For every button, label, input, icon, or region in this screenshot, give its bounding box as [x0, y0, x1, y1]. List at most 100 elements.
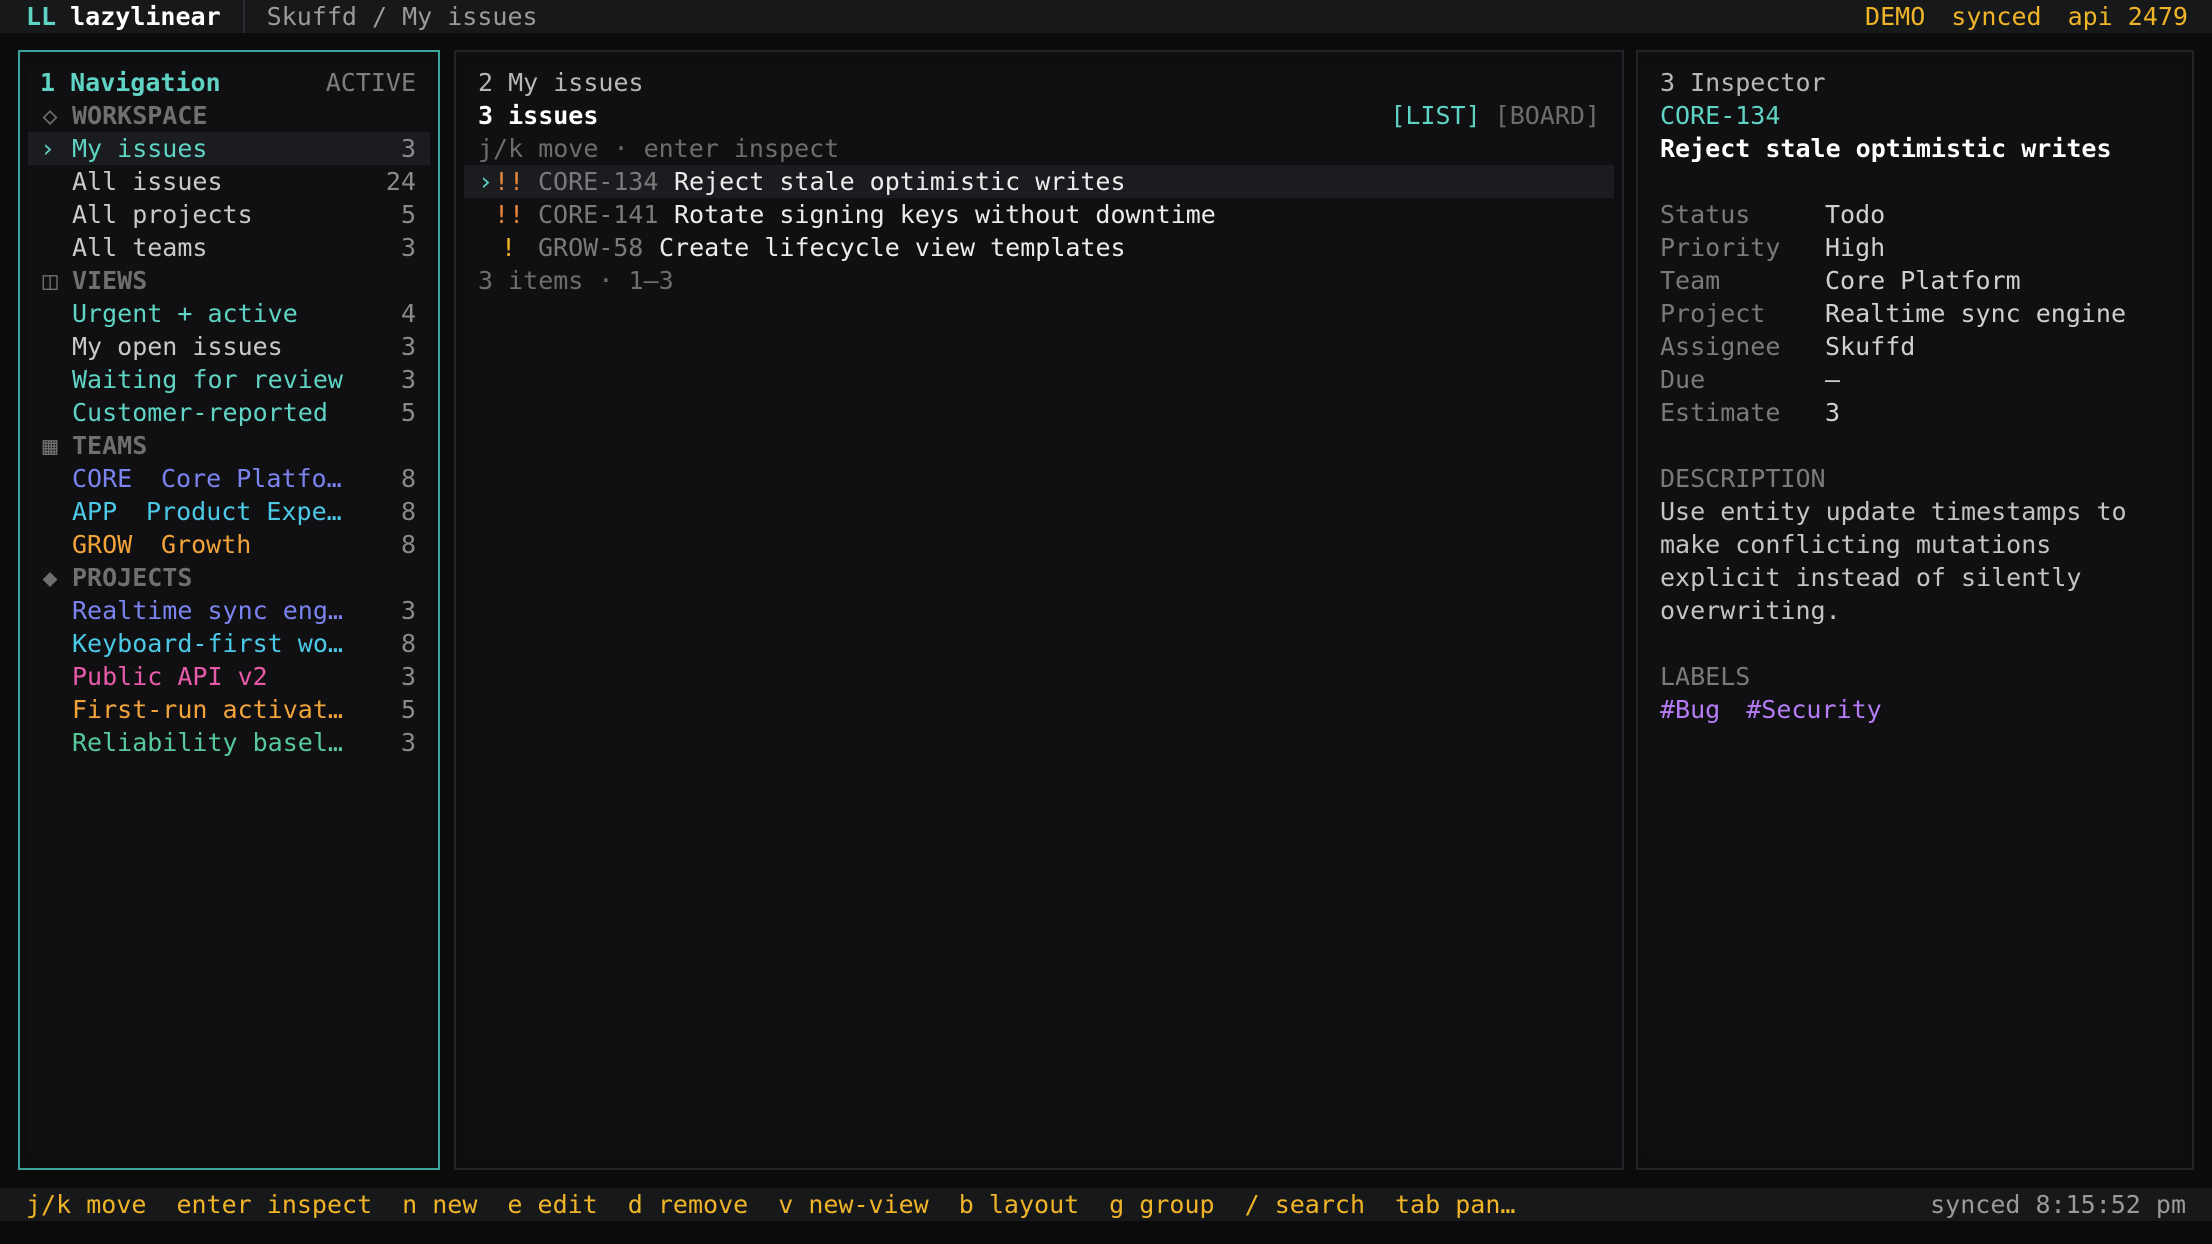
hint-key: n — [402, 1190, 418, 1219]
hint-label: search — [1274, 1190, 1365, 1219]
keybinding-hints: j/k move enter inspect n new e edit d re… — [26, 1188, 1545, 1221]
label-tag[interactable]: #Bug — [1660, 695, 1720, 724]
field-value: 3 — [1825, 398, 1841, 427]
chevron-right-icon: › — [478, 167, 494, 196]
layout-list-button[interactable]: [LIST] — [1390, 101, 1480, 130]
sidebar-item-all-issues[interactable]: All issues 24 — [28, 165, 430, 198]
sidebar-item-count: 3 — [400, 332, 416, 361]
label-tag[interactable]: #Security — [1746, 695, 1881, 724]
sidebar-item-view[interactable]: Waiting for review 3 — [28, 363, 430, 396]
sidebar-item-all-teams[interactable]: All teams 3 — [28, 231, 430, 264]
description-text: overwriting. — [1660, 596, 1841, 625]
list-footer-text: 3 items · 1–3 — [478, 266, 674, 295]
sidebar-item-label: My issues — [72, 134, 208, 163]
sidebar-item-label: Realtime sync eng… — [72, 596, 343, 625]
field-value: Todo — [1825, 200, 1886, 229]
inspector-pane[interactable]: 3 Inspector CORE-134 Reject stale optimi… — [1636, 50, 2194, 1170]
list-header: 3 issues [LIST] [BOARD] — [464, 99, 1614, 132]
sidebar-item-view[interactable]: My open issues 3 — [28, 330, 430, 363]
labels-label-text: LABELS — [1660, 662, 1751, 691]
issue-key: CORE-134 — [538, 167, 659, 196]
team-key: APP — [72, 497, 118, 526]
field-estimate: Estimate 3 — [1660, 396, 2184, 429]
chevron-right-icon: › — [40, 134, 56, 163]
issue-row[interactable]: ! GROW-58 Create lifecycle view template… — [464, 231, 1614, 264]
description-label-text: DESCRIPTION — [1660, 464, 1826, 493]
sidebar-item-label: My open issues — [72, 332, 283, 361]
sidebar-item-label: Waiting for review — [72, 365, 343, 394]
description-line: overwriting. — [1646, 594, 2184, 627]
sidebar-item-all-projects[interactable]: All projects 5 — [28, 198, 430, 231]
team-name: Core Platfo… — [161, 464, 342, 493]
sidebar-item-count: 4 — [400, 299, 416, 328]
sidebar-item-label: All issues — [72, 167, 223, 196]
sidebar-item-view[interactable]: Customer-reported 5 — [28, 396, 430, 429]
team-name: Growth — [161, 530, 252, 559]
hint-edit: e edit — [507, 1188, 597, 1221]
layout-toggle: [LIST] [BOARD] — [1390, 99, 1600, 132]
field-status: Status Todo — [1660, 198, 2184, 231]
description-line: make conflicting mutations — [1646, 528, 2184, 561]
hint-key: e — [507, 1190, 523, 1219]
sidebar-item-team-app[interactable]: APP Product Expe… 8 — [28, 495, 430, 528]
hint-tab: tab pan… — [1395, 1188, 1515, 1221]
sidebar-item-label: First-run activat… — [72, 695, 343, 724]
section-label: PROJECTS — [72, 563, 193, 592]
field-value: Core Platform — [1825, 266, 2021, 295]
description-label: DESCRIPTION — [1646, 462, 2184, 495]
sidebar-item-count: 8 — [400, 464, 416, 493]
layout-board-button[interactable]: [BOARD] — [1495, 101, 1600, 130]
hint-key: v — [778, 1190, 794, 1219]
labels-label: LABELS — [1646, 660, 2184, 693]
field-key: Team — [1660, 266, 1721, 295]
section-views: ◫ VIEWS — [28, 264, 430, 297]
field-project: Project Realtime sync engine — [1660, 297, 2184, 330]
sidebar-item-count: 3 — [400, 233, 416, 262]
issue-list-pane[interactable]: 2 My issues 3 issues [LIST] [BOARD] j/k m… — [454, 50, 1624, 1170]
sidebar-item-project[interactable]: Reliability basel… 3 — [28, 726, 430, 759]
inspector-issue-title-text: Reject stale optimistic writes — [1660, 134, 2112, 163]
sidebar-item-project[interactable]: Public API v2 3 — [28, 660, 430, 693]
sidebar-item-my-issues[interactable]: › My issues 3 — [28, 132, 430, 165]
hint-label: remove — [657, 1190, 749, 1219]
navigation-pane-body: 1 Navigation ACTIVE ◇ WORKSPACE › My issu… — [28, 66, 430, 1154]
field-key: Due — [1660, 365, 1706, 394]
sidebar-item-team-grow[interactable]: GROW Growth 8 — [28, 528, 430, 561]
hint-label: move — [86, 1190, 147, 1219]
sidebar-item-view[interactable]: Urgent + active 4 — [28, 297, 430, 330]
team-key: CORE — [72, 464, 133, 493]
hint-inspect: enter inspect — [176, 1188, 372, 1221]
field-team: Team Core Platform — [1660, 264, 2184, 297]
section-teams: ▦ TEAMS — [28, 429, 430, 462]
field-priority: Priority High — [1660, 231, 2184, 264]
mode-badge: DEMO — [1865, 2, 1926, 31]
hint-new: n new — [402, 1188, 477, 1221]
issue-title: Rotate signing keys without downtime — [674, 200, 1216, 229]
sidebar-item-project[interactable]: Realtime sync eng… 3 — [28, 594, 430, 627]
sidebar-item-count: 8 — [400, 629, 416, 658]
inspector-issue-key: CORE-134 — [1646, 99, 2184, 132]
sidebar-item-project[interactable]: First-run activat… 5 — [28, 693, 430, 726]
field-value: Skuffd — [1825, 332, 1916, 361]
inspector-pane-title-text: 3 Inspector — [1660, 68, 1826, 97]
issue-row[interactable]: › !! CORE-134 Reject stale optimistic wr… — [464, 165, 1614, 198]
issue-row[interactable]: !! CORE-141 Rotate signing keys without … — [464, 198, 1614, 231]
inspector-issue-title: Reject stale optimistic writes — [1646, 132, 2184, 165]
issue-list-body: 2 My issues 3 issues [LIST] [BOARD] j/k m… — [464, 66, 1614, 1154]
sidebar-item-count: 5 — [400, 398, 416, 427]
breadcrumb: Skuffd / My issues — [266, 2, 538, 31]
hint-key: j/k — [26, 1190, 72, 1219]
inspector-issue-key-text: CORE-134 — [1660, 101, 1781, 130]
sidebar-item-count: 5 — [400, 695, 416, 724]
sidebar-item-team-core[interactable]: CORE Core Platfo… 8 — [28, 462, 430, 495]
inspector-body: 3 Inspector CORE-134 Reject stale optimi… — [1646, 66, 2184, 1154]
hint-key: enter — [176, 1190, 252, 1219]
sidebar-item-label: Keyboard-first wo… — [72, 629, 343, 658]
section-workspace: ◇ WORKSPACE — [28, 99, 430, 132]
navigation-pane[interactable]: 1 Navigation ACTIVE ◇ WORKSPACE › My issu… — [18, 50, 440, 1170]
sidebar-item-project[interactable]: Keyboard-first wo… 8 — [28, 627, 430, 660]
field-assignee: Assignee Skuffd — [1660, 330, 2184, 363]
sidebar-item-count: 8 — [400, 530, 416, 559]
field-key: Status — [1660, 200, 1751, 229]
sidebar-item-label: All teams — [72, 233, 208, 262]
